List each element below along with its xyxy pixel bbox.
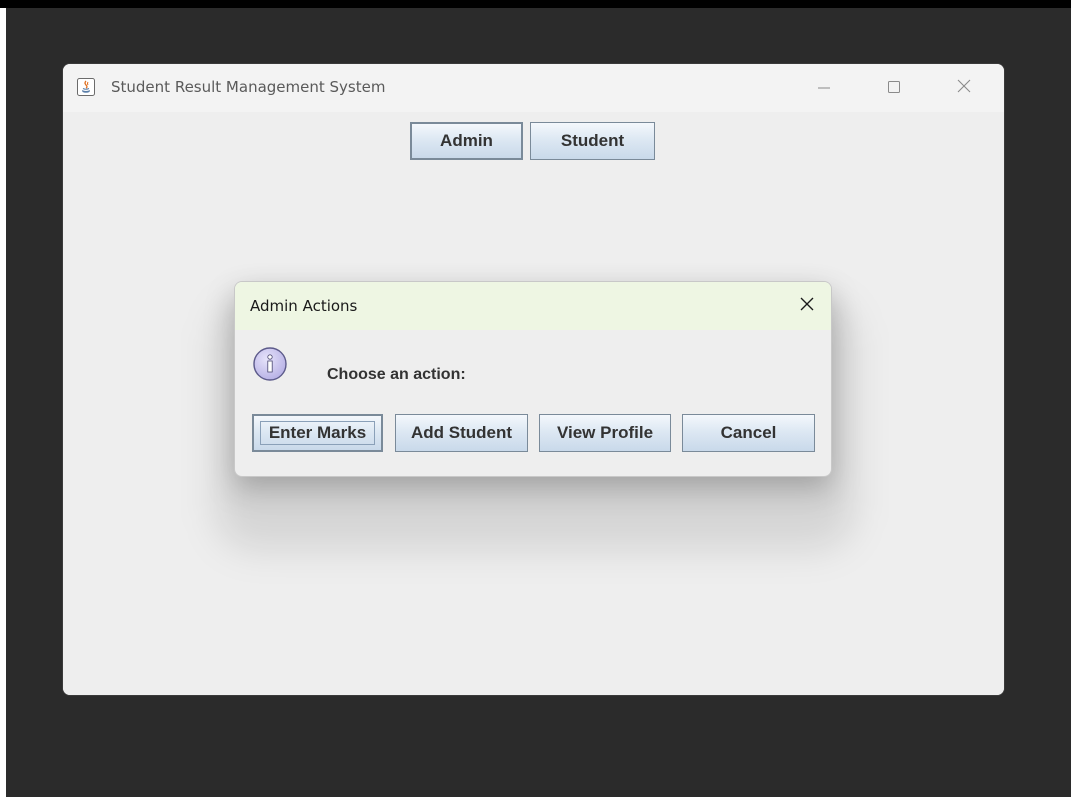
maximize-button[interactable] (871, 64, 917, 112)
cancel-button[interactable]: Cancel (682, 414, 815, 452)
close-icon (956, 78, 972, 98)
student-button[interactable]: Student (530, 122, 655, 160)
view-profile-button[interactable]: View Profile (539, 414, 671, 452)
info-icon (252, 346, 288, 382)
dialog-message: Choose an action: (327, 366, 466, 383)
java-coffee-icon (77, 78, 95, 96)
close-icon (799, 296, 815, 316)
dialog-title: Admin Actions (250, 297, 358, 315)
screen-top-border (0, 0, 1071, 8)
admin-actions-dialog: Admin Actions Choose an action: Enter Ma… (235, 282, 831, 476)
window-titlebar[interactable]: Student Result Management System (63, 64, 1004, 112)
enter-marks-label: Enter Marks (268, 423, 367, 442)
maximize-icon (887, 79, 901, 98)
close-window-button[interactable] (941, 64, 987, 112)
minimize-button[interactable] (801, 64, 847, 112)
dialog-titlebar[interactable]: Admin Actions (235, 282, 831, 330)
minimize-icon (817, 79, 831, 98)
add-student-button[interactable]: Add Student (395, 414, 528, 452)
dialog-close-button[interactable] (795, 294, 819, 318)
enter-marks-button[interactable]: Enter Marks (252, 414, 383, 452)
admin-button[interactable]: Admin (410, 122, 523, 160)
screen-bottom-border (0, 797, 1071, 802)
window-title: Student Result Management System (111, 78, 386, 96)
